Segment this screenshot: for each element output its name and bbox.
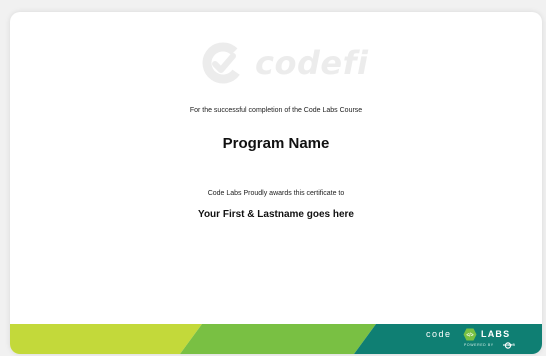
powered-by-label: POWERED BY bbox=[464, 343, 494, 347]
program-name: Program Name bbox=[222, 135, 330, 152]
recipient-name: Your First & Lastname goes here bbox=[198, 209, 354, 220]
watermark-wordmark: codefi bbox=[255, 44, 369, 82]
completion-text: For the successful completion of the Cod… bbox=[189, 107, 363, 114]
codefi-watermark: codefi bbox=[201, 38, 368, 88]
band-lime bbox=[10, 324, 202, 354]
codefi-logo-icon bbox=[202, 42, 244, 84]
certificate-card: codefi For the successful completion of … bbox=[10, 12, 542, 354]
brand-labs-word: LABS bbox=[481, 329, 511, 339]
code-labs-logo: code </> LABS POWERED BY codefi bbox=[426, 328, 522, 352]
powered-brand-word: codefi bbox=[503, 342, 515, 347]
awards-text: Code Labs Proudly awards this certificat… bbox=[207, 190, 345, 197]
band-green bbox=[180, 324, 376, 354]
badge-glyph: </> bbox=[466, 333, 473, 339]
brand-code-word: code bbox=[426, 329, 452, 339]
code-tag-icon: </> bbox=[463, 328, 477, 341]
